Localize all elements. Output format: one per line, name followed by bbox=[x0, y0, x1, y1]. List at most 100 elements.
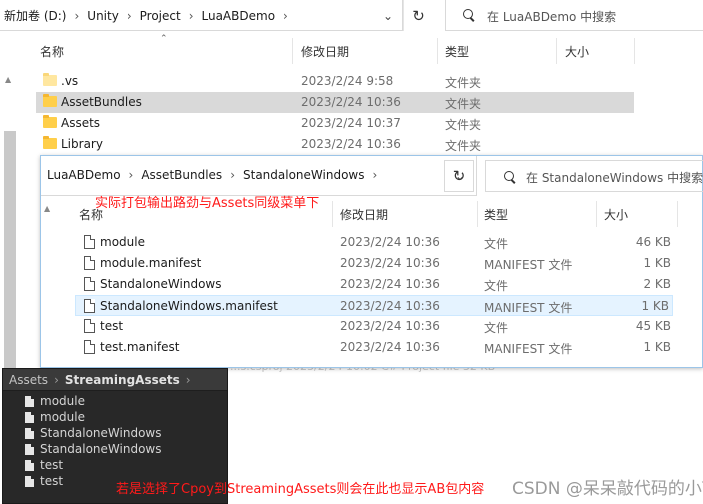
file-row[interactable]: StandaloneWindows 2023/2/24 10:36 文件 2 K… bbox=[77, 274, 673, 295]
column-divider[interactable] bbox=[596, 201, 597, 227]
file-icon bbox=[25, 475, 34, 487]
scroll-up-icon[interactable]: ▲ bbox=[5, 75, 11, 84]
column-divider[interactable] bbox=[634, 38, 635, 64]
file-row[interactable]: module 2023/2/24 10:36 文件 46 KB bbox=[77, 232, 673, 253]
column-divider[interactable] bbox=[477, 201, 478, 227]
column-header-name[interactable]: 名称 bbox=[79, 203, 103, 225]
row-type: 文件夹 bbox=[445, 97, 482, 111]
file-row-library[interactable]: Library 2023/2/24 10:36 文件夹 bbox=[36, 134, 634, 155]
column-header-type[interactable]: 类型 bbox=[445, 40, 469, 62]
asset-item[interactable]: module bbox=[25, 393, 85, 409]
folder-icon bbox=[43, 94, 57, 107]
row-type: MANIFEST 文件 bbox=[484, 301, 573, 315]
chevron-right-icon: › bbox=[372, 168, 378, 182]
asset-item[interactable]: StandaloneWindows bbox=[25, 425, 161, 441]
breadcrumb-luaabdemo[interactable]: LuaABDemo bbox=[47, 168, 121, 182]
breadcrumb-assets[interactable]: Assets bbox=[9, 373, 48, 387]
chevron-right-icon: › bbox=[54, 372, 59, 387]
breadcrumb-streamingassets[interactable]: StreamingAssets bbox=[65, 373, 180, 387]
column-header-name[interactable]: 名称 bbox=[40, 40, 64, 62]
row-date: 2023/2/24 10:36 bbox=[340, 277, 440, 291]
search-icon bbox=[463, 9, 475, 21]
row-name: module bbox=[100, 235, 145, 249]
row-date: 2023/2/24 10:36 bbox=[301, 95, 401, 109]
chevron-right-icon: › bbox=[74, 8, 80, 23]
row-date: 2023/2/24 9:58 bbox=[301, 74, 394, 88]
address-bar[interactable]: 新加卷 (D:) › Unity › Project › LuaABDemo ›… bbox=[0, 0, 403, 31]
asset-item[interactable]: StandaloneWindows bbox=[25, 441, 161, 457]
file-icon bbox=[25, 443, 34, 455]
column-header-size[interactable]: 大小 bbox=[565, 40, 589, 62]
scrollbar-thumb[interactable] bbox=[4, 131, 16, 397]
file-icon bbox=[25, 427, 34, 439]
bottom-annotation: 若是选择了Cpoy到StreamingAssets则会在此也显示AB包内容 bbox=[116, 482, 485, 497]
asset-item[interactable]: test bbox=[25, 457, 63, 473]
column-divider[interactable] bbox=[292, 38, 293, 64]
row-type: 文件 bbox=[484, 237, 509, 251]
column-header-date[interactable]: 修改日期 bbox=[340, 203, 388, 225]
file-row[interactable]: test.manifest 2023/2/24 10:36 MANIFEST 文… bbox=[77, 337, 673, 358]
row-size: 1 KB bbox=[641, 299, 669, 313]
search-input[interactable]: 在 LuaABDemo 中搜索 bbox=[487, 8, 616, 25]
search-input[interactable]: 在 StandaloneWindows 中搜索 bbox=[526, 169, 703, 186]
address-bar[interactable]: LuaABDemo › AssetBundles › StandaloneWin… bbox=[41, 156, 477, 196]
scroll-up-icon[interactable]: ▲ bbox=[44, 204, 50, 213]
row-name: Assets bbox=[61, 116, 101, 130]
column-header-date[interactable]: 修改日期 bbox=[301, 40, 349, 62]
file-row-hovered[interactable]: StandaloneWindows.manifest 2023/2/24 10:… bbox=[75, 295, 673, 316]
file-icon bbox=[84, 235, 95, 249]
row-date: 2023/2/24 10:36 bbox=[340, 235, 440, 249]
row-type: MANIFEST 文件 bbox=[484, 342, 573, 356]
column-divider[interactable] bbox=[332, 201, 333, 227]
column-divider[interactable] bbox=[437, 38, 438, 64]
row-type: 文件 bbox=[484, 321, 509, 335]
file-row[interactable]: test 2023/2/24 10:36 文件 45 KB bbox=[77, 316, 673, 337]
column-divider[interactable] bbox=[677, 201, 678, 227]
breadcrumb: 新加卷 (D:) › Unity › Project › LuaABDemo › bbox=[4, 7, 296, 24]
scrollbar[interactable]: ▲ bbox=[41, 196, 55, 368]
file-row-vs[interactable]: .vs 2023/2/24 9:58 文件夹 bbox=[36, 71, 634, 92]
column-divider[interactable] bbox=[556, 38, 557, 64]
row-name: StandaloneWindows bbox=[100, 277, 222, 291]
refresh-button[interactable]: ↻ bbox=[403, 0, 433, 31]
breadcrumb-standalonewindows[interactable]: StandaloneWindows bbox=[243, 168, 364, 182]
unity-breadcrumb: Assets › StreamingAssets › bbox=[3, 369, 227, 391]
row-size: 1 KB bbox=[643, 256, 671, 270]
row-size: 2 KB bbox=[643, 277, 671, 291]
chevron-right-icon: › bbox=[128, 168, 134, 182]
file-row[interactable]: module.manifest 2023/2/24 10:36 MANIFEST… bbox=[77, 253, 673, 274]
breadcrumb-assetbundles[interactable]: AssetBundles bbox=[141, 168, 222, 182]
breadcrumb-project[interactable]: Project bbox=[140, 9, 181, 23]
file-row-assets[interactable]: Assets 2023/2/24 10:37 文件夹 bbox=[36, 113, 634, 134]
file-icon bbox=[25, 395, 34, 407]
search-box[interactable]: 在 LuaABDemo 中搜索 bbox=[445, 0, 703, 31]
chevron-right-icon: › bbox=[185, 372, 191, 387]
breadcrumb: LuaABDemo › AssetBundles › StandaloneWin… bbox=[47, 168, 385, 182]
folder-icon bbox=[43, 115, 57, 128]
chevron-right-icon: › bbox=[188, 8, 194, 23]
refresh-icon: ↻ bbox=[412, 6, 425, 25]
row-name: Library bbox=[61, 137, 103, 151]
scrollbar[interactable]: ▲ bbox=[0, 31, 20, 397]
breadcrumb-drive[interactable]: 新加卷 (D:) bbox=[4, 7, 66, 24]
asset-label: module bbox=[40, 410, 85, 424]
file-icon bbox=[84, 340, 95, 354]
column-header-size[interactable]: 大小 bbox=[604, 203, 628, 225]
file-icon bbox=[25, 459, 34, 471]
folder-icon bbox=[43, 136, 57, 149]
row-size: 1 KB bbox=[643, 340, 671, 354]
column-header-type[interactable]: 类型 bbox=[484, 203, 508, 225]
breadcrumb-luaabdemo[interactable]: LuaABDemo bbox=[202, 9, 276, 23]
search-icon bbox=[504, 171, 516, 183]
asset-item[interactable]: test bbox=[25, 473, 63, 489]
asset-item[interactable]: module bbox=[25, 409, 85, 425]
row-date: 2023/2/24 10:36 bbox=[340, 340, 440, 354]
search-box[interactable]: 在 StandaloneWindows 中搜索 bbox=[485, 160, 703, 192]
chevron-down-icon[interactable]: ⌄ bbox=[373, 0, 403, 31]
row-type: 文件夹 bbox=[445, 139, 482, 153]
refresh-button[interactable]: ↻ bbox=[444, 160, 474, 192]
breadcrumb-unity[interactable]: Unity bbox=[87, 9, 119, 23]
file-row-assetbundles[interactable]: AssetBundles 2023/2/24 10:36 文件夹 bbox=[36, 92, 634, 113]
asset-label: test bbox=[40, 474, 64, 488]
row-type: 文件 bbox=[484, 279, 509, 293]
